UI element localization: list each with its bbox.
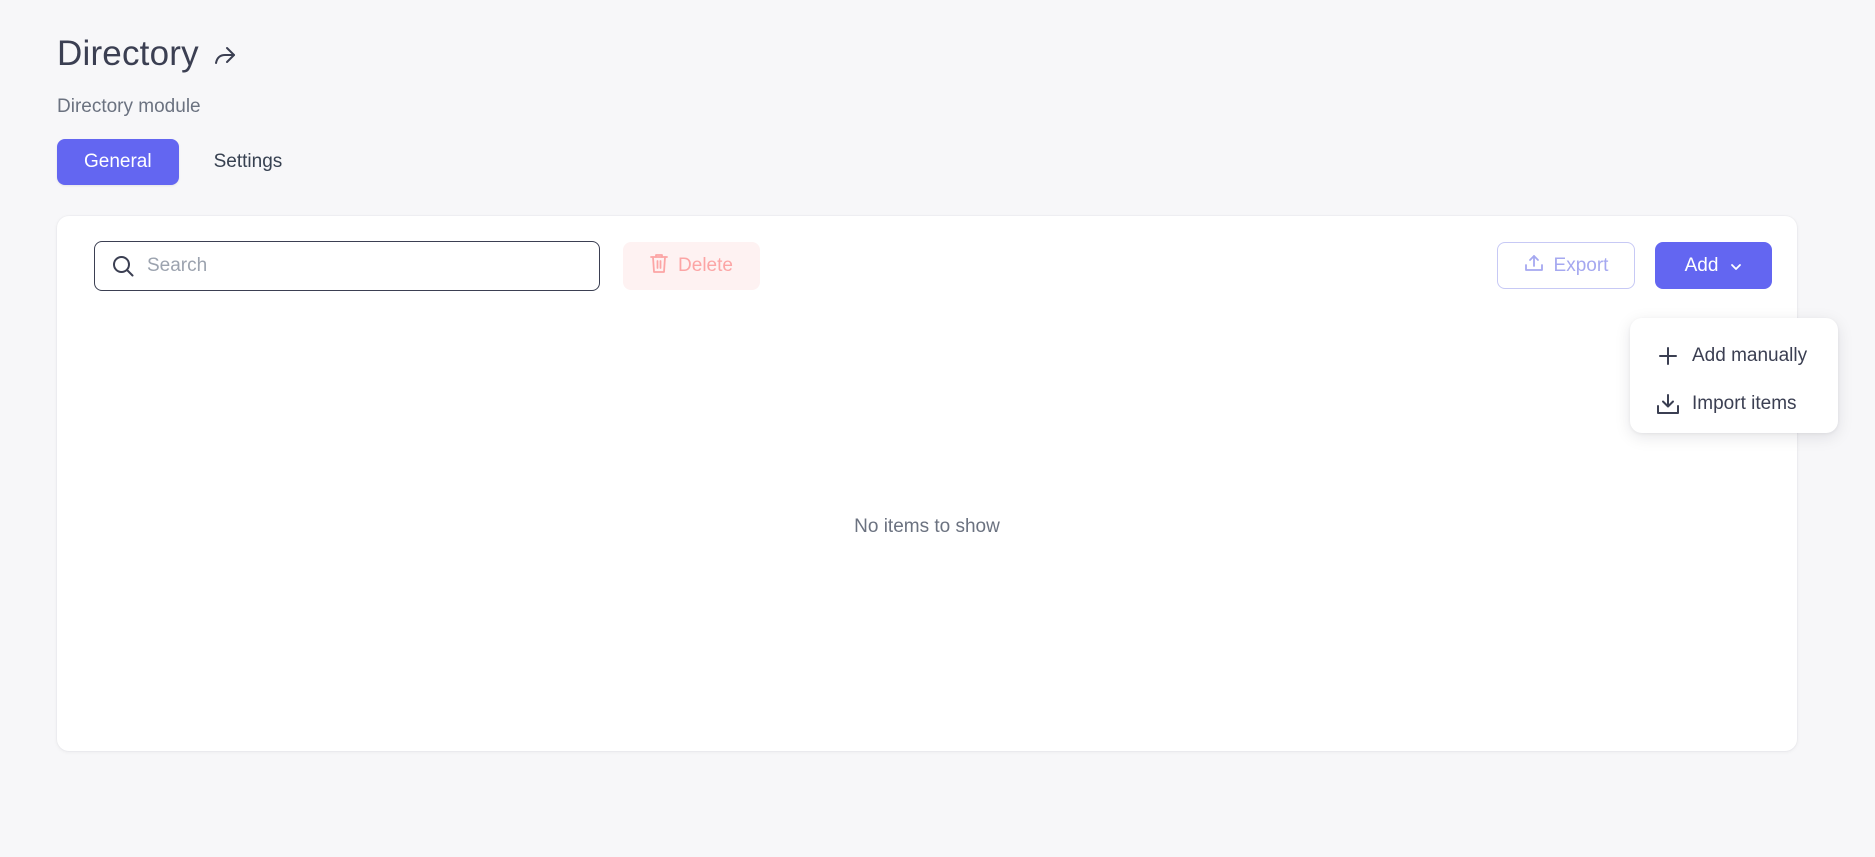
add-button-label: Add	[1684, 254, 1719, 276]
delete-button-label: Delete	[678, 255, 733, 276]
tab-settings[interactable]: Settings	[187, 139, 310, 185]
delete-button[interactable]: Delete	[623, 242, 760, 290]
export-button-label: Export	[1553, 254, 1609, 276]
add-button[interactable]: Add	[1655, 242, 1772, 289]
search-input[interactable]	[147, 255, 587, 277]
title-row: Directory	[57, 30, 239, 78]
tab-bar: General Settings	[57, 139, 309, 185]
chevron-down-icon	[1730, 255, 1742, 277]
share-arrow-icon[interactable]	[211, 42, 239, 70]
page-title: Directory	[57, 34, 199, 73]
export-button[interactable]: Export	[1497, 242, 1635, 289]
tab-general[interactable]: General	[57, 139, 179, 185]
download-tray-icon	[1656, 392, 1680, 416]
search-icon	[111, 254, 135, 278]
upload-icon	[1524, 254, 1544, 278]
directory-card: Delete Export Add No items to show	[57, 216, 1797, 751]
page: Directory Directory module General Setti…	[0, 0, 1875, 857]
search-box[interactable]	[94, 241, 600, 291]
menu-item-label: Import items	[1692, 393, 1797, 414]
page-header: Directory Directory module	[57, 30, 239, 118]
menu-item-label: Add manually	[1692, 345, 1808, 366]
empty-state-text: No items to show	[854, 516, 1000, 537]
trash-icon	[650, 253, 668, 279]
plus-icon	[1656, 344, 1680, 368]
menu-item-import-items[interactable]: Import items	[1630, 380, 1838, 428]
page-subtitle: Directory module	[57, 96, 201, 117]
menu-item-add-manually[interactable]: Add manually	[1630, 332, 1838, 380]
add-dropdown-menu: Add manually Import items	[1630, 318, 1838, 433]
